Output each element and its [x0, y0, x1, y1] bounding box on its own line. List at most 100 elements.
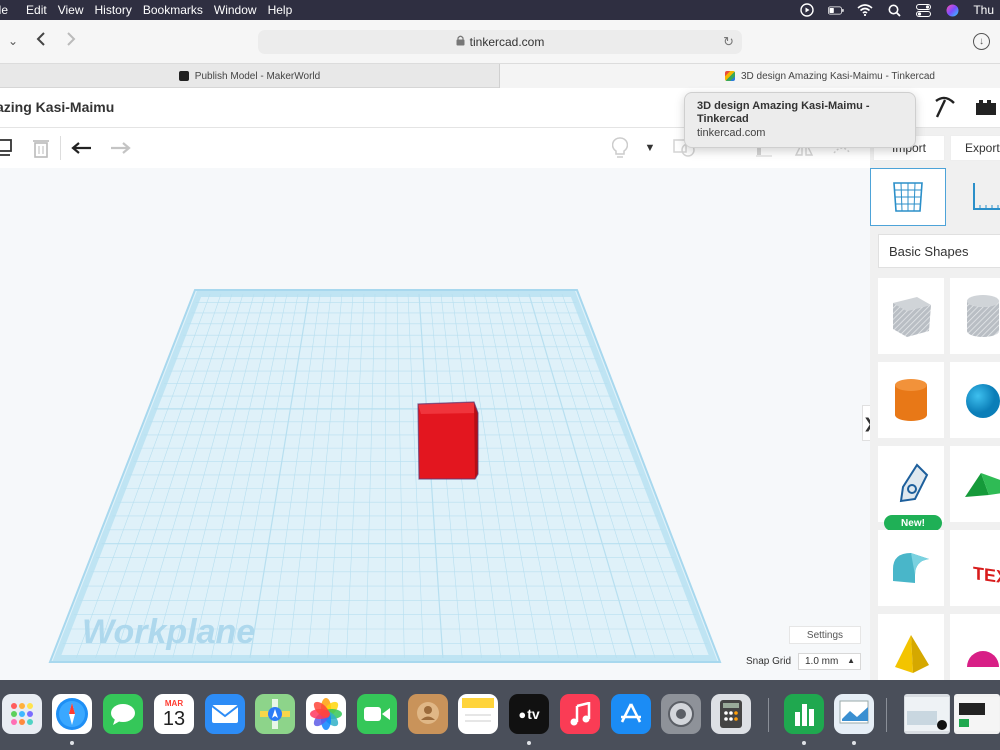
tooltip-title: 3D design Amazing Kasi-Maimu - Tinkercad — [697, 100, 870, 125]
ruler-tab[interactable] — [952, 168, 1000, 226]
snap-grid-label: Snap Grid — [746, 656, 792, 667]
export-button[interactable]: Export — [950, 135, 1000, 161]
shape-box-hole[interactable] — [878, 278, 944, 354]
preview-icon[interactable] — [834, 694, 874, 734]
shape-round-roof[interactable] — [878, 530, 944, 606]
workplane-grid[interactable]: Workplane — [0, 168, 870, 680]
redo-icon[interactable] — [106, 134, 134, 162]
sidebar-chevron-icon[interactable]: ⌄ — [8, 34, 18, 48]
lock-icon — [456, 35, 465, 49]
contacts-icon[interactable] — [408, 694, 448, 734]
tab-bar: Publish Model - MakerWorld ✕ 3D design A… — [0, 64, 1000, 88]
ruler-icon — [973, 183, 1000, 210]
basic-grid-tab[interactable] — [870, 168, 946, 226]
settings-button[interactable]: Settings — [789, 626, 861, 644]
menu-bookmarks[interactable]: Bookmarks — [143, 3, 214, 17]
calendar-icon[interactable]: MAR 13 — [154, 694, 194, 734]
shape-text[interactable]: TEXT — [950, 530, 1000, 606]
calculator-icon[interactable] — [711, 694, 751, 734]
tab-hover-tooltip: 3D design Amazing Kasi-Maimu - Tinkercad… — [684, 92, 916, 148]
shape-roof[interactable] — [950, 446, 1000, 522]
pickaxe-icon[interactable] — [930, 92, 960, 122]
svg-text:TEXT: TEXT — [973, 563, 1000, 589]
makerworld-favicon-icon — [178, 71, 189, 81]
back-button[interactable] — [36, 31, 46, 52]
tab-title: Publish Model - MakerWorld — [194, 70, 321, 82]
spotlight-search-icon[interactable] — [886, 3, 902, 17]
photos-icon[interactable] — [306, 694, 346, 734]
macos-menubar: ile Edit View History Bookmarks Window H… — [0, 0, 1000, 20]
workplane-canvas[interactable]: Workplane Settings Snap Grid 1.0 mm ▲ — [0, 168, 870, 680]
running-indicator — [852, 741, 856, 745]
tab-title: 3D design Amazing Kasi-Maimu - Tinkercad — [741, 70, 935, 82]
tinkercad-favicon-icon — [725, 71, 735, 81]
wifi-icon[interactable] — [857, 3, 873, 17]
shape-pyramid[interactable] — [878, 614, 944, 680]
workplane-label: Workplane — [82, 613, 255, 651]
music-icon[interactable] — [560, 694, 600, 734]
messages-icon[interactable] — [103, 694, 143, 734]
menu-edit[interactable]: Edit — [26, 3, 58, 17]
shape-sphere[interactable] — [950, 362, 1000, 438]
shape-cylinder-hole[interactable] — [950, 278, 1000, 354]
delete-icon[interactable] — [27, 134, 55, 162]
reload-icon[interactable]: ↻ — [723, 34, 734, 50]
now-playing-icon[interactable] — [799, 3, 815, 17]
running-indicator — [70, 741, 74, 745]
shape-cylinder[interactable] — [878, 362, 944, 438]
maps-icon[interactable] — [255, 694, 295, 734]
menu-history[interactable]: History — [95, 3, 143, 17]
snap-grid-value: 1.0 mm — [805, 656, 839, 667]
running-indicator — [527, 741, 531, 745]
shape-half-sphere[interactable] — [950, 614, 1000, 680]
red-box-shape[interactable] — [417, 401, 479, 480]
battery-icon[interactable] — [828, 3, 844, 17]
control-center-icon[interactable] — [915, 3, 931, 17]
tab-makerworld[interactable]: Publish Model - MakerWorld ✕ — [0, 64, 513, 88]
lightbulb-icon[interactable] — [606, 134, 634, 162]
tooltip-url: tinkercad.com — [697, 127, 766, 139]
shapes-panel: Import Export Basic Shapes New! TEXT — [870, 128, 1000, 680]
shape-category-select[interactable]: Basic Shapes — [878, 234, 1000, 268]
numbers-icon[interactable] — [784, 694, 824, 734]
mail-icon[interactable] — [205, 694, 245, 734]
copy-icon[interactable] — [0, 134, 20, 162]
design-title[interactable]: azing Kasi-Maimu — [0, 99, 114, 115]
menubar-clock[interactable]: Thu — [973, 3, 994, 17]
minimized-window-thumbnail[interactable] — [954, 694, 1000, 734]
minimized-window-thumbnail[interactable] — [904, 694, 950, 734]
address-bar[interactable]: tinkercad.com ↻ — [258, 30, 742, 54]
tab-tinkercad[interactable]: 3D design Amazing Kasi-Maimu - Tinkercad — [500, 64, 1000, 88]
stepper-icon: ▲ — [847, 656, 855, 665]
menu-file[interactable]: ile — [0, 3, 26, 17]
chevron-down-icon[interactable]: ▼ — [636, 134, 664, 162]
app-store-icon[interactable] — [611, 694, 651, 734]
calendar-day: 13 — [162, 707, 186, 730]
apple-logo-icon: ● — [518, 706, 527, 722]
dock-divider — [768, 698, 769, 732]
bricks-icon[interactable] — [970, 92, 1000, 122]
notes-icon[interactable] — [458, 694, 498, 734]
snap-grid-select[interactable]: 1.0 mm ▲ — [798, 653, 861, 670]
grid-icon — [893, 182, 923, 212]
undo-icon[interactable] — [68, 134, 96, 162]
safari-icon[interactable] — [52, 694, 92, 734]
menu-help[interactable]: Help — [268, 3, 304, 17]
forward-button[interactable] — [66, 31, 76, 52]
dock-divider — [886, 698, 887, 732]
toolbar-divider — [60, 136, 61, 160]
apple-tv-icon[interactable]: ● tv — [509, 694, 549, 734]
menu-view[interactable]: View — [58, 3, 95, 17]
new-badge: New! — [884, 515, 942, 531]
system-settings-icon[interactable] — [661, 694, 701, 734]
tv-label: tv — [527, 706, 540, 722]
downloads-icon[interactable]: ↓ — [973, 33, 990, 50]
facetime-icon[interactable] — [357, 694, 397, 734]
calendar-month: MAR — [164, 698, 184, 708]
siri-icon[interactable] — [944, 3, 960, 17]
menu-window[interactable]: Window — [214, 3, 268, 17]
browser-toolbar: ⌄ tinkercad.com ↻ ↓ — [0, 20, 1000, 64]
launchpad-icon[interactable] — [2, 694, 42, 734]
running-indicator — [802, 741, 806, 745]
shape-scribble[interactable] — [878, 446, 944, 522]
